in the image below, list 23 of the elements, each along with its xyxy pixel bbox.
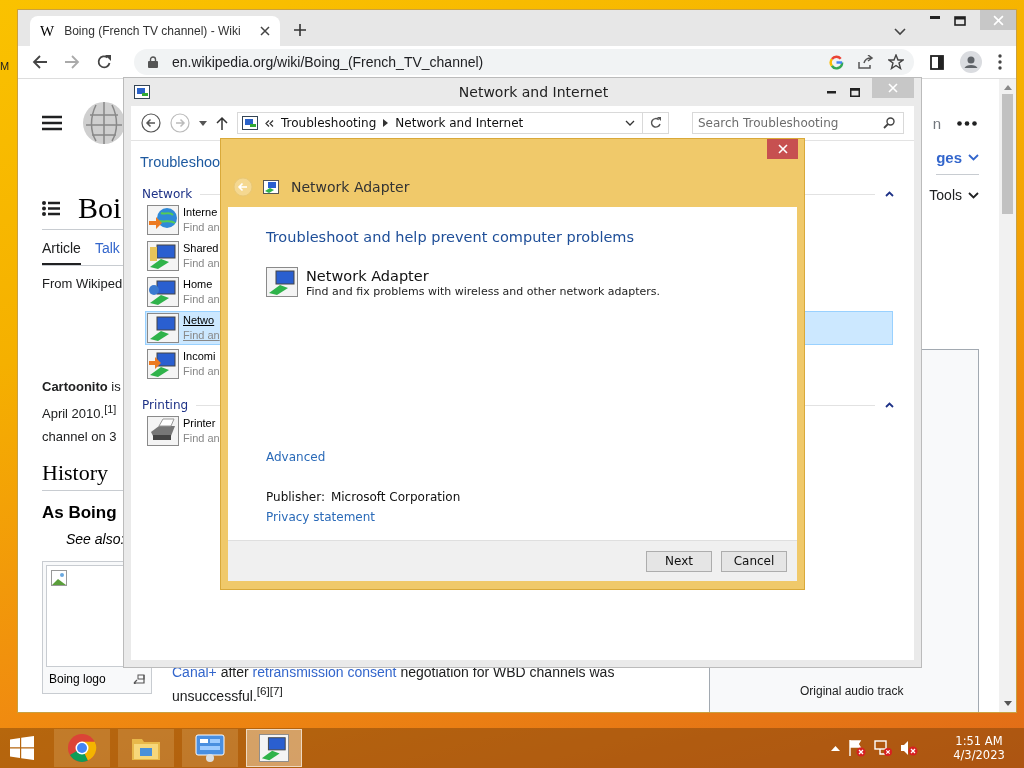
infobox-value: Original audio track — [800, 684, 904, 698]
dialog-title: Network Adapter — [291, 179, 410, 195]
url-text: en.wikipedia.org/wiki/Boing_(French_TV_channel) — [172, 54, 484, 70]
hatnote-text: See also: — [66, 531, 125, 548]
dialog-heading: Troubleshoot and help prevent computer problems — [266, 229, 635, 245]
window-title: Network and Internet — [457, 84, 610, 100]
page-heading: Troubleshoo — [140, 154, 222, 170]
article-text: April 2010.$^{[1]}$ — [42, 402, 118, 424]
troubleshooter-description: Find and fix problems with wireless and other network adapters. — [306, 285, 661, 298]
desktop-icon-label: M — [0, 60, 10, 72]
group-heading: Network — [142, 187, 193, 201]
tagline-text: From Wikiped — [42, 276, 123, 291]
publisher-label: Publisher: — [266, 490, 325, 504]
subsection-heading: As Boing — [42, 503, 117, 524]
search-text: n — [932, 114, 941, 132]
publisher-name: Microsoft Corporation — [330, 490, 461, 504]
image-caption: Boing logo — [49, 672, 106, 687]
article-text: Cartoonito is — [42, 378, 121, 396]
article-title: Boi — [78, 191, 122, 225]
article-text: channel on 3 — [42, 428, 118, 447]
favicon-letter: W — [40, 22, 55, 40]
troubleshooter-name: Network Adapter — [306, 267, 430, 285]
group-heading: Printing — [142, 398, 189, 412]
